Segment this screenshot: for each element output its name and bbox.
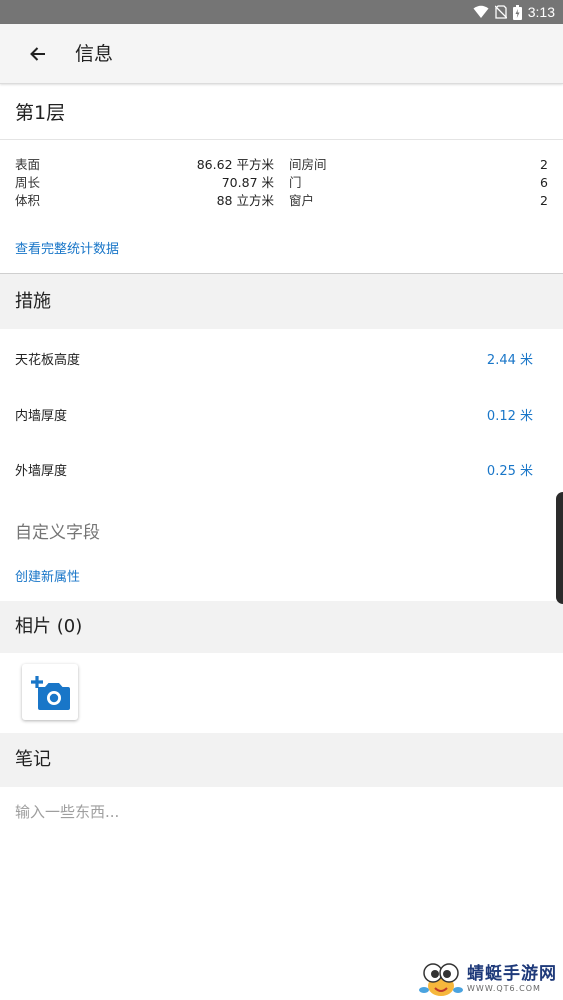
notes-input[interactable] bbox=[15, 797, 545, 827]
measure-value[interactable]: 2.44 米 bbox=[487, 333, 533, 389]
watermark-sub-text: WWW.QT6.COM bbox=[467, 984, 541, 993]
notes-title: 笔记 bbox=[15, 749, 51, 770]
watermark-text: 蜻蜓手游网 WWW.QT6.COM bbox=[467, 964, 557, 994]
stat-value: 70.87 米 bbox=[221, 175, 274, 190]
back-button[interactable] bbox=[22, 38, 54, 70]
stat-value: 2 bbox=[540, 157, 548, 172]
add-camera-icon bbox=[31, 676, 70, 710]
stat-row-perimeter: 周长 70.87 米 bbox=[15, 174, 274, 192]
stat-value: 86.62 平方米 bbox=[196, 157, 274, 172]
status-time: 3:13 bbox=[527, 4, 555, 20]
no-sim-icon bbox=[494, 5, 507, 19]
app-bar: 信息 bbox=[0, 24, 563, 84]
watermark-logo: 蜻蜓手游网 WWW.QT6.COM bbox=[419, 960, 557, 998]
battery-charging-icon bbox=[512, 4, 522, 20]
status-icons: 3:13 bbox=[473, 0, 555, 24]
measure-label: 天花板高度 bbox=[15, 353, 81, 368]
measure-label: 外墙厚度 bbox=[15, 464, 68, 479]
edge-panel-handle[interactable] bbox=[556, 492, 563, 604]
measure-value[interactable]: 0.25 米 bbox=[487, 444, 533, 500]
measures-title: 措施 bbox=[15, 291, 51, 312]
add-photo-button[interactable] bbox=[22, 664, 78, 720]
arrow-back-icon bbox=[30, 47, 45, 61]
notes-header: 笔记 bbox=[0, 733, 563, 787]
stat-value: 2 bbox=[540, 193, 548, 208]
stat-label: 体积 bbox=[15, 193, 41, 208]
stat-row-windows: 窗户 2 bbox=[289, 192, 548, 210]
stat-label: 窗户 bbox=[289, 193, 315, 208]
measure-row-ceiling-height[interactable]: 天花板高度 2.44 米 bbox=[0, 333, 563, 389]
watermark-main-text: 蜻蜓手游网 bbox=[467, 964, 557, 984]
stat-label: 门 bbox=[289, 175, 302, 190]
measure-label: 内墙厚度 bbox=[15, 409, 68, 424]
create-property-link[interactable]: 创建新属性 bbox=[15, 568, 80, 588]
custom-fields-title: 自定义字段 bbox=[15, 523, 100, 543]
floor-header: 第1层 bbox=[0, 86, 563, 140]
measures-header: 措施 bbox=[0, 273, 563, 329]
stat-label: 间房间 bbox=[289, 157, 327, 172]
measure-row-interior-wall[interactable]: 内墙厚度 0.12 米 bbox=[0, 389, 563, 445]
stat-row-doors: 门 6 bbox=[289, 174, 548, 192]
photos-title: 相片 (0) bbox=[15, 616, 83, 637]
page-title: 信息 bbox=[75, 43, 114, 65]
stat-row-surface: 表面 86.62 平方米 bbox=[15, 156, 274, 174]
stat-value: 6 bbox=[540, 175, 548, 190]
status-bar: 3:13 bbox=[0, 0, 563, 24]
stat-value: 88 立方米 bbox=[216, 193, 274, 208]
stat-row-volume: 体积 88 立方米 bbox=[15, 192, 274, 210]
photos-header: 相片 (0) bbox=[0, 601, 563, 653]
wifi-icon bbox=[473, 5, 489, 18]
stat-row-rooms: 间房间 2 bbox=[289, 156, 548, 174]
measure-value[interactable]: 0.12 米 bbox=[487, 389, 533, 445]
view-full-stats-link[interactable]: 查看完整统计数据 bbox=[15, 240, 119, 260]
stat-label: 表面 bbox=[15, 157, 41, 172]
measure-row-exterior-wall[interactable]: 外墙厚度 0.25 米 bbox=[0, 444, 563, 500]
stat-label: 周长 bbox=[15, 175, 41, 190]
dragonfly-mascot-icon bbox=[419, 963, 463, 996]
floor-title: 第1层 bbox=[15, 102, 66, 124]
